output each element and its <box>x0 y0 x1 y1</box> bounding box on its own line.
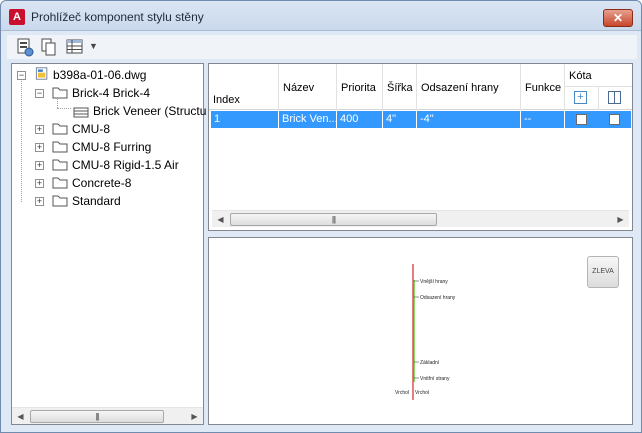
column-header-sirka[interactable]: Šířka <box>383 64 417 110</box>
folder-icon <box>52 159 68 171</box>
collapse-icon[interactable]: − <box>17 71 26 80</box>
dimension-add-icon[interactable]: + <box>574 91 587 104</box>
tree-item-label: Brick Veneer (Structu <box>93 104 207 118</box>
cell-sirka: 4" <box>383 111 417 128</box>
table-icon[interactable] <box>65 37 85 57</box>
expand-icon[interactable]: + <box>35 179 44 188</box>
title-bar: A Prohlížeč komponent stylu stěny ✕ <box>1 1 641 31</box>
scroll-left-icon[interactable]: ◀ <box>12 408 29 425</box>
tree-item-label: CMU-8 <box>72 122 110 136</box>
tree-item-label: Brick-4 Brick-4 <box>72 86 151 100</box>
close-button[interactable]: ✕ <box>603 9 633 27</box>
column-header-kota[interactable]: Kóta + <box>565 64 632 110</box>
tree-horizontal-scrollbar[interactable]: ◀ ||| ▶ <box>12 407 203 424</box>
cell-odsazeni: -4" <box>417 111 521 128</box>
column-header-funkce[interactable]: Funkce <box>521 64 565 110</box>
scroll-left-icon[interactable]: ◀ <box>212 211 229 228</box>
scroll-thumb[interactable]: ||| <box>230 213 437 226</box>
cell-index: 1 <box>211 111 279 128</box>
scroll-thumb[interactable]: ||| <box>30 410 164 423</box>
expand-icon[interactable]: + <box>35 125 44 134</box>
wall-preview-drawing <box>412 264 419 400</box>
window-title: Prohlížeč komponent stylu stěny <box>31 10 204 24</box>
folder-icon <box>52 141 68 153</box>
grid-horizontal-scrollbar[interactable]: ◀ ||| ▶ <box>212 210 629 227</box>
cell-funkce: -- <box>521 111 565 128</box>
tree-item-label: CMU-8 Rigid-1.5 Air <box>72 158 179 172</box>
dwg-file-icon <box>35 67 48 80</box>
dimension-wall-icon[interactable] <box>608 91 621 104</box>
preview-label: Odsazení hrany <box>420 295 456 301</box>
table-dropdown-arrow-icon[interactable]: ▼ <box>89 41 98 51</box>
scroll-right-icon[interactable]: ▶ <box>186 408 203 425</box>
style-icon[interactable] <box>15 37 35 57</box>
grid-header: Index Název Priorita Šířka Odsazení hran… <box>209 64 632 110</box>
folder-icon <box>52 87 68 99</box>
preview-label: Vnitřní strany <box>420 376 450 382</box>
window: A Prohlížeč komponent stylu stěny ✕ ▼ − … <box>0 0 642 433</box>
tree-item-label: CMU-8 Furring <box>72 140 152 154</box>
style-tree[interactable]: − b398a-01-06.dwg − Brick-4 Brick-4 Bric… <box>11 63 207 425</box>
folder-icon <box>52 195 68 207</box>
folder-icon <box>52 123 68 135</box>
column-header-odsazeni[interactable]: Odsazení hrany <box>417 64 521 110</box>
wall-component-icon <box>73 107 89 118</box>
column-header-priorita[interactable]: Priorita <box>337 64 383 110</box>
dimension-checkbox[interactable] <box>609 114 620 125</box>
column-header-index[interactable]: Index <box>209 64 279 110</box>
preview-label: Základní <box>420 360 440 366</box>
tree-root-label: b398a-01-06.dwg <box>53 68 147 82</box>
tree-connector <box>57 108 71 109</box>
preview-label: Vrchol <box>415 390 429 396</box>
table-row[interactable]: 1 Brick Ven... 400 4" -4" -- <box>211 111 631 128</box>
scroll-right-icon[interactable]: ▶ <box>612 211 629 228</box>
expand-icon[interactable]: + <box>35 197 44 206</box>
expand-icon[interactable]: + <box>35 161 44 170</box>
autocad-logo-icon: A <box>9 9 25 25</box>
wall-preview[interactable]: ZLEVA Vnější hrany Odsazení hrany Základ… <box>208 237 633 425</box>
view-left-button[interactable]: ZLEVA <box>587 256 619 288</box>
cell-nazev: Brick Ven... <box>279 111 337 128</box>
toolbar: ▼ <box>7 35 637 59</box>
copy-icon[interactable] <box>39 37 59 57</box>
tree-item-label: Standard <box>72 194 121 208</box>
cell-priorita: 400 <box>337 111 383 128</box>
tree-item-label: Concrete-8 <box>72 176 132 190</box>
preview-label: Vnější hrany <box>420 279 448 285</box>
tree-connector <box>21 78 22 202</box>
folder-icon <box>52 177 68 189</box>
preview-label: Vrchol <box>395 390 409 396</box>
components-grid: Index Název Priorita Šířka Odsazení hran… <box>208 63 633 231</box>
collapse-icon[interactable]: − <box>35 89 44 98</box>
dimension-checkbox[interactable] <box>576 114 587 125</box>
column-header-nazev[interactable]: Název <box>279 64 337 110</box>
expand-icon[interactable]: + <box>35 143 44 152</box>
